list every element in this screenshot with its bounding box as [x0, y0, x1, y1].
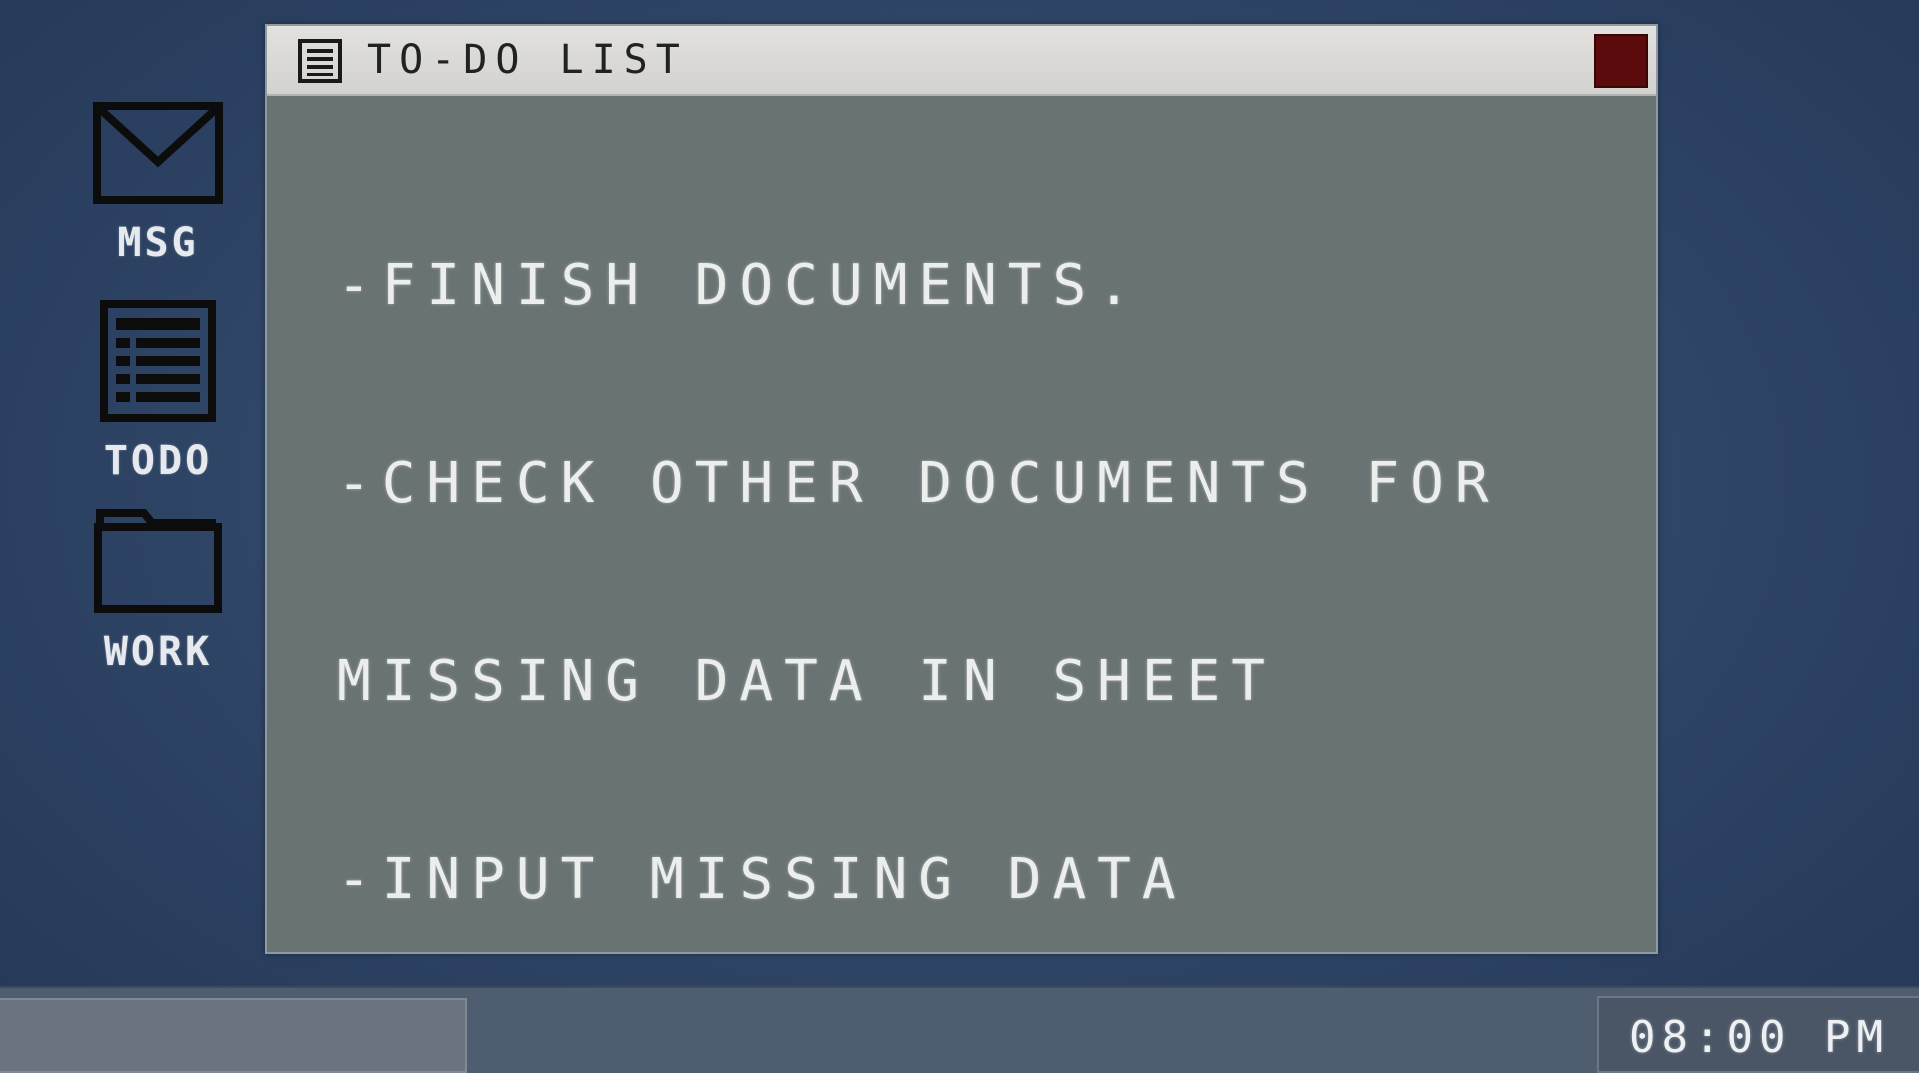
window-titlebar[interactable]: TO-DO LIST [267, 26, 1656, 96]
desktop: MSG TODO WORK TO-DO LIST -FINISH DOCUMEN… [0, 0, 1919, 1073]
document-icon [298, 39, 342, 83]
desktop-icon-todo[interactable]: TODO [73, 300, 243, 484]
desktop-icon-label: WORK [103, 629, 213, 675]
window-title: TO-DO LIST [367, 37, 688, 83]
todo-line: -INPUT MISSING DATA [337, 847, 1187, 912]
todo-line: -CHECK OTHER DOCUMENTS FOR [337, 451, 1500, 516]
close-button[interactable] [1594, 34, 1648, 88]
taskbar-start-area[interactable] [0, 998, 467, 1073]
taskbar-clock: 08:00 PM [1597, 996, 1919, 1073]
todo-line: MISSING DATA IN SHEET [337, 649, 1277, 714]
taskbar: 08:00 PM [0, 986, 1919, 1073]
desktop-icon-work[interactable]: WORK [73, 505, 243, 675]
envelope-icon [93, 102, 223, 204]
todo-content: -FINISH DOCUMENTS. -CHECK OTHER DOCUMENT… [337, 121, 1596, 1045]
desktop-icon-label: MSG [117, 220, 199, 266]
desktop-icon-label: TODO [103, 438, 213, 484]
folder-icon [94, 509, 222, 613]
todo-line: -FINISH DOCUMENTS. [337, 253, 1142, 318]
desktop-icon-msg[interactable]: MSG [73, 102, 243, 266]
list-icon [100, 300, 216, 422]
todo-window: TO-DO LIST -FINISH DOCUMENTS. -CHECK OTH… [265, 24, 1658, 954]
